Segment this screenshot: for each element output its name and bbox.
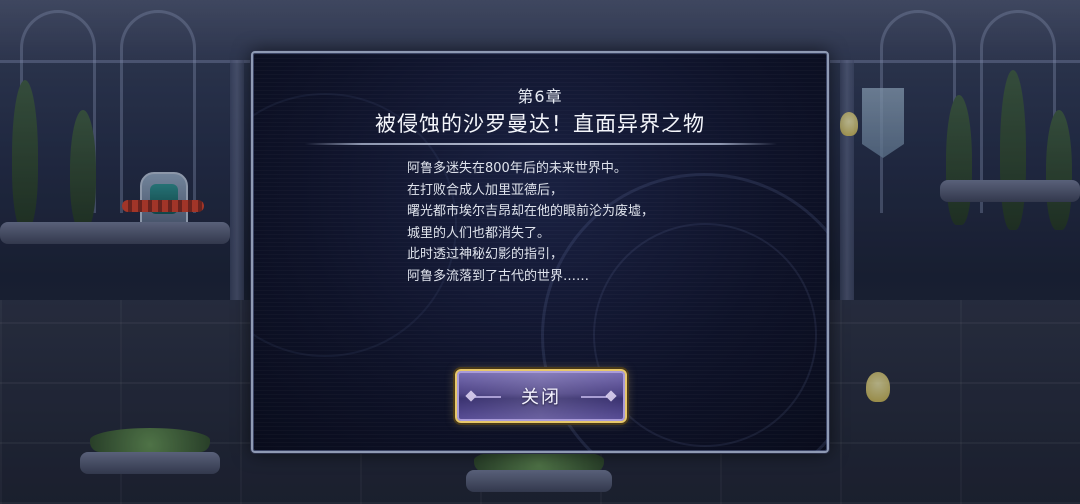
chapter-number: 第6章 xyxy=(517,87,563,106)
title-divider xyxy=(305,143,777,145)
story-line: 阿鲁多迷失在800年后的未来世界中。 xyxy=(407,161,627,176)
line-ornament-icon xyxy=(475,396,501,398)
story-line: 城里的人们也都消失了。 xyxy=(407,225,551,241)
story-line: 在打败合成人加里亚德后， xyxy=(407,182,564,198)
story-line: 曙光都市埃尔吉昂却在他的眼前沦为废墟， xyxy=(407,204,655,219)
story-line: 此时透过神秘幻影的指引， xyxy=(407,247,564,262)
close-button[interactable]: 关闭 xyxy=(455,369,627,423)
diamond-ornament-icon xyxy=(605,390,617,402)
close-button-label: 关闭 xyxy=(521,387,561,408)
story-text: 阿鲁多迷失在800年后的未来世界中。 在打败合成人加里亚德后， 曙光都市埃尔吉昂… xyxy=(407,158,654,287)
chapter-title: 被侵蚀的沙罗曼达！直面异界之物 xyxy=(375,112,705,136)
story-line: 阿鲁多流落到了古代的世界…… xyxy=(407,268,590,284)
chapter-dialog: 第6章 被侵蚀的沙罗曼达！直面异界之物 阿鲁多迷失在800年后的未来世界中。 在… xyxy=(251,51,829,453)
line-ornament-icon xyxy=(581,396,607,398)
